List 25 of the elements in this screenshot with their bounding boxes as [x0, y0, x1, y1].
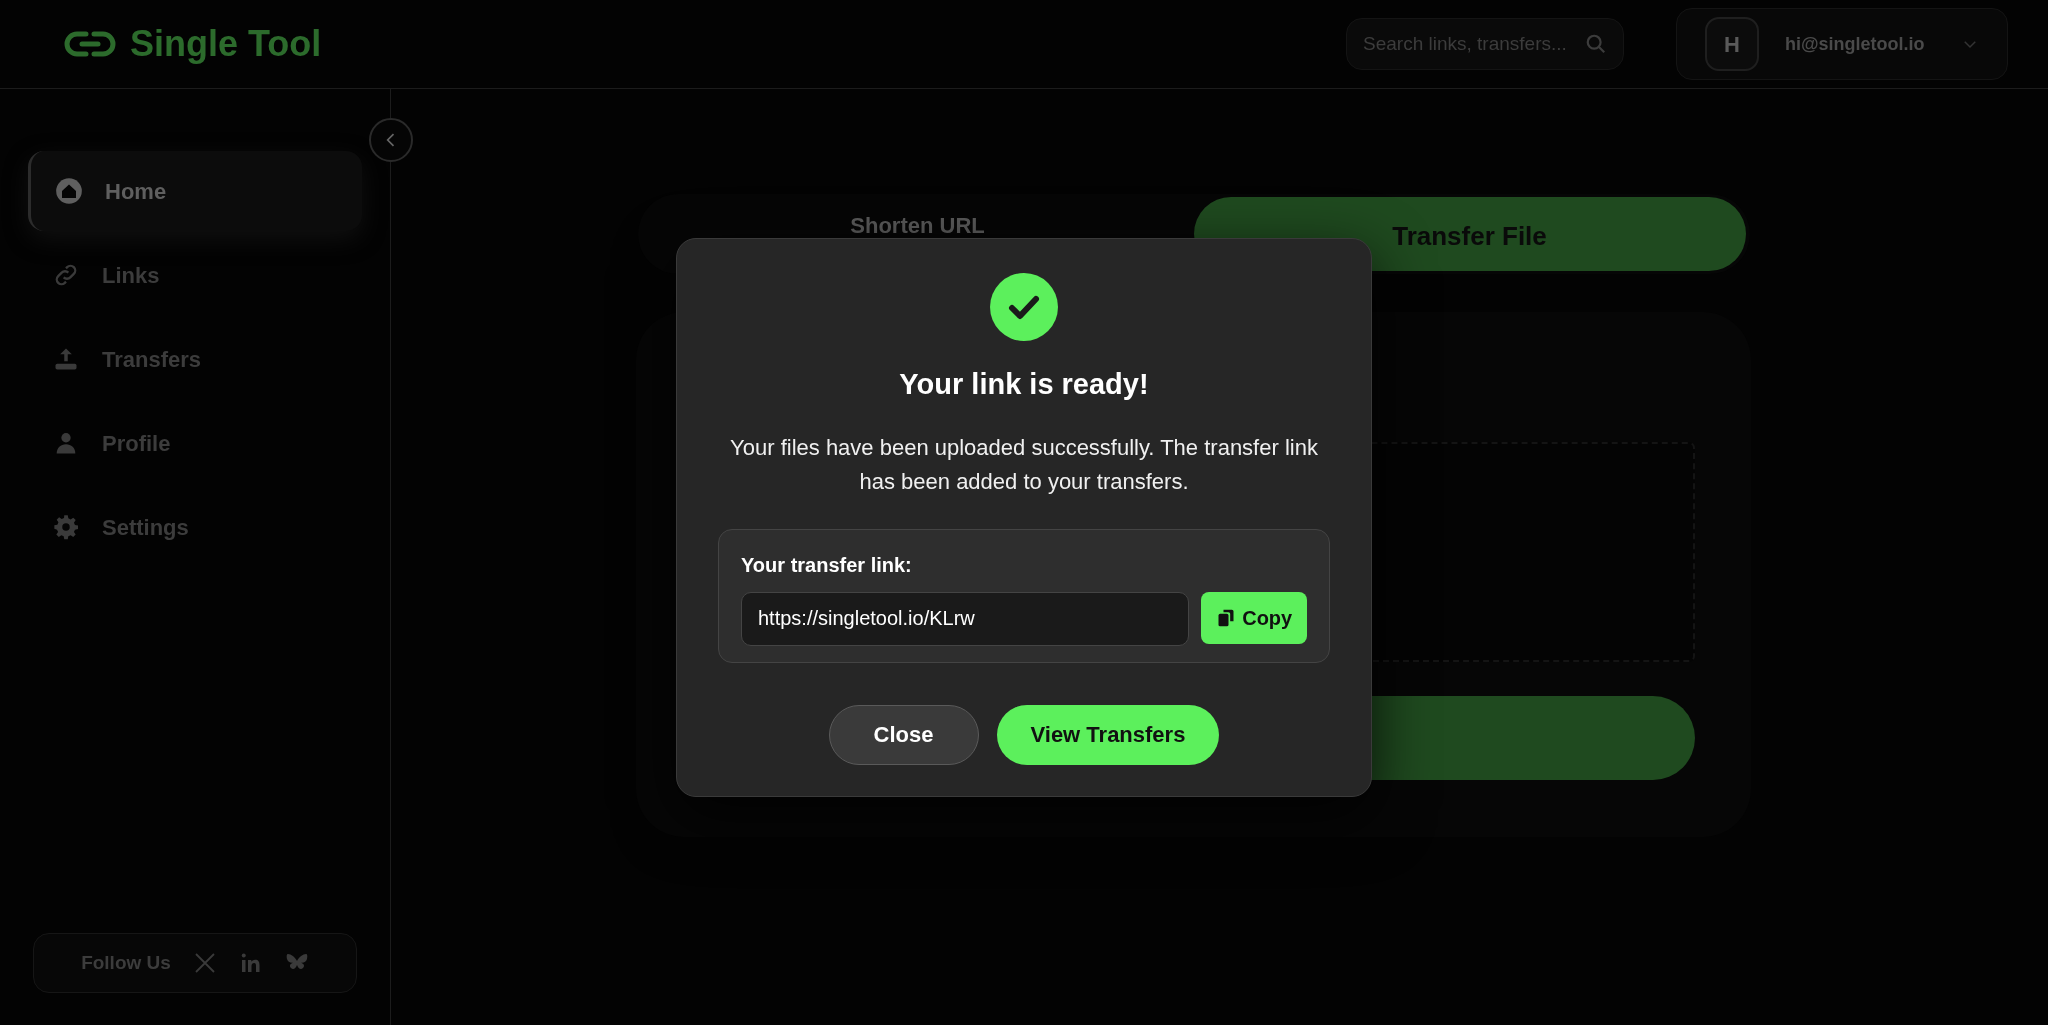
user-email: hi@singletool.io [1785, 32, 1926, 56]
x-icon[interactable] [192, 951, 217, 975]
collapse-button[interactable] [369, 118, 413, 162]
sidebar-item[interactable]: Links [28, 235, 362, 315]
logo-icon [62, 29, 118, 59]
copy-icon [1216, 607, 1237, 628]
copy-button[interactable]: Copy [1201, 591, 1307, 644]
settings-icon [52, 513, 80, 541]
sidebar-item[interactable]: Transfers [28, 319, 362, 399]
check-icon [990, 273, 1058, 341]
sidebar-item[interactable]: Settings [28, 487, 362, 567]
view-transfers-button[interactable]: View Transfers [996, 704, 1220, 765]
dialog-message: Your files have been uploaded successfully. The transfer link has been added to your transfers. [729, 433, 1319, 496]
app-logo[interactable]: Single Tool [130, 17, 322, 71]
sidebar-item[interactable]: Home [28, 151, 362, 231]
close-button[interactable]: Close [828, 704, 979, 765]
user-menu[interactable]: H hi@singletool.io [1676, 8, 2008, 80]
mode-tab[interactable]: Shorten URL [641, 197, 1194, 271]
search-icon [1585, 33, 1607, 55]
link-label: Your transfer link: [741, 552, 913, 578]
home-icon [55, 177, 83, 205]
sidebar-item[interactable]: Profile [28, 403, 362, 483]
user-avatar: H [1705, 17, 1759, 71]
dialog-title: Your link is ready! [899, 367, 1149, 402]
link-field[interactable]: https://singletool.io/KLrw [741, 591, 1190, 646]
